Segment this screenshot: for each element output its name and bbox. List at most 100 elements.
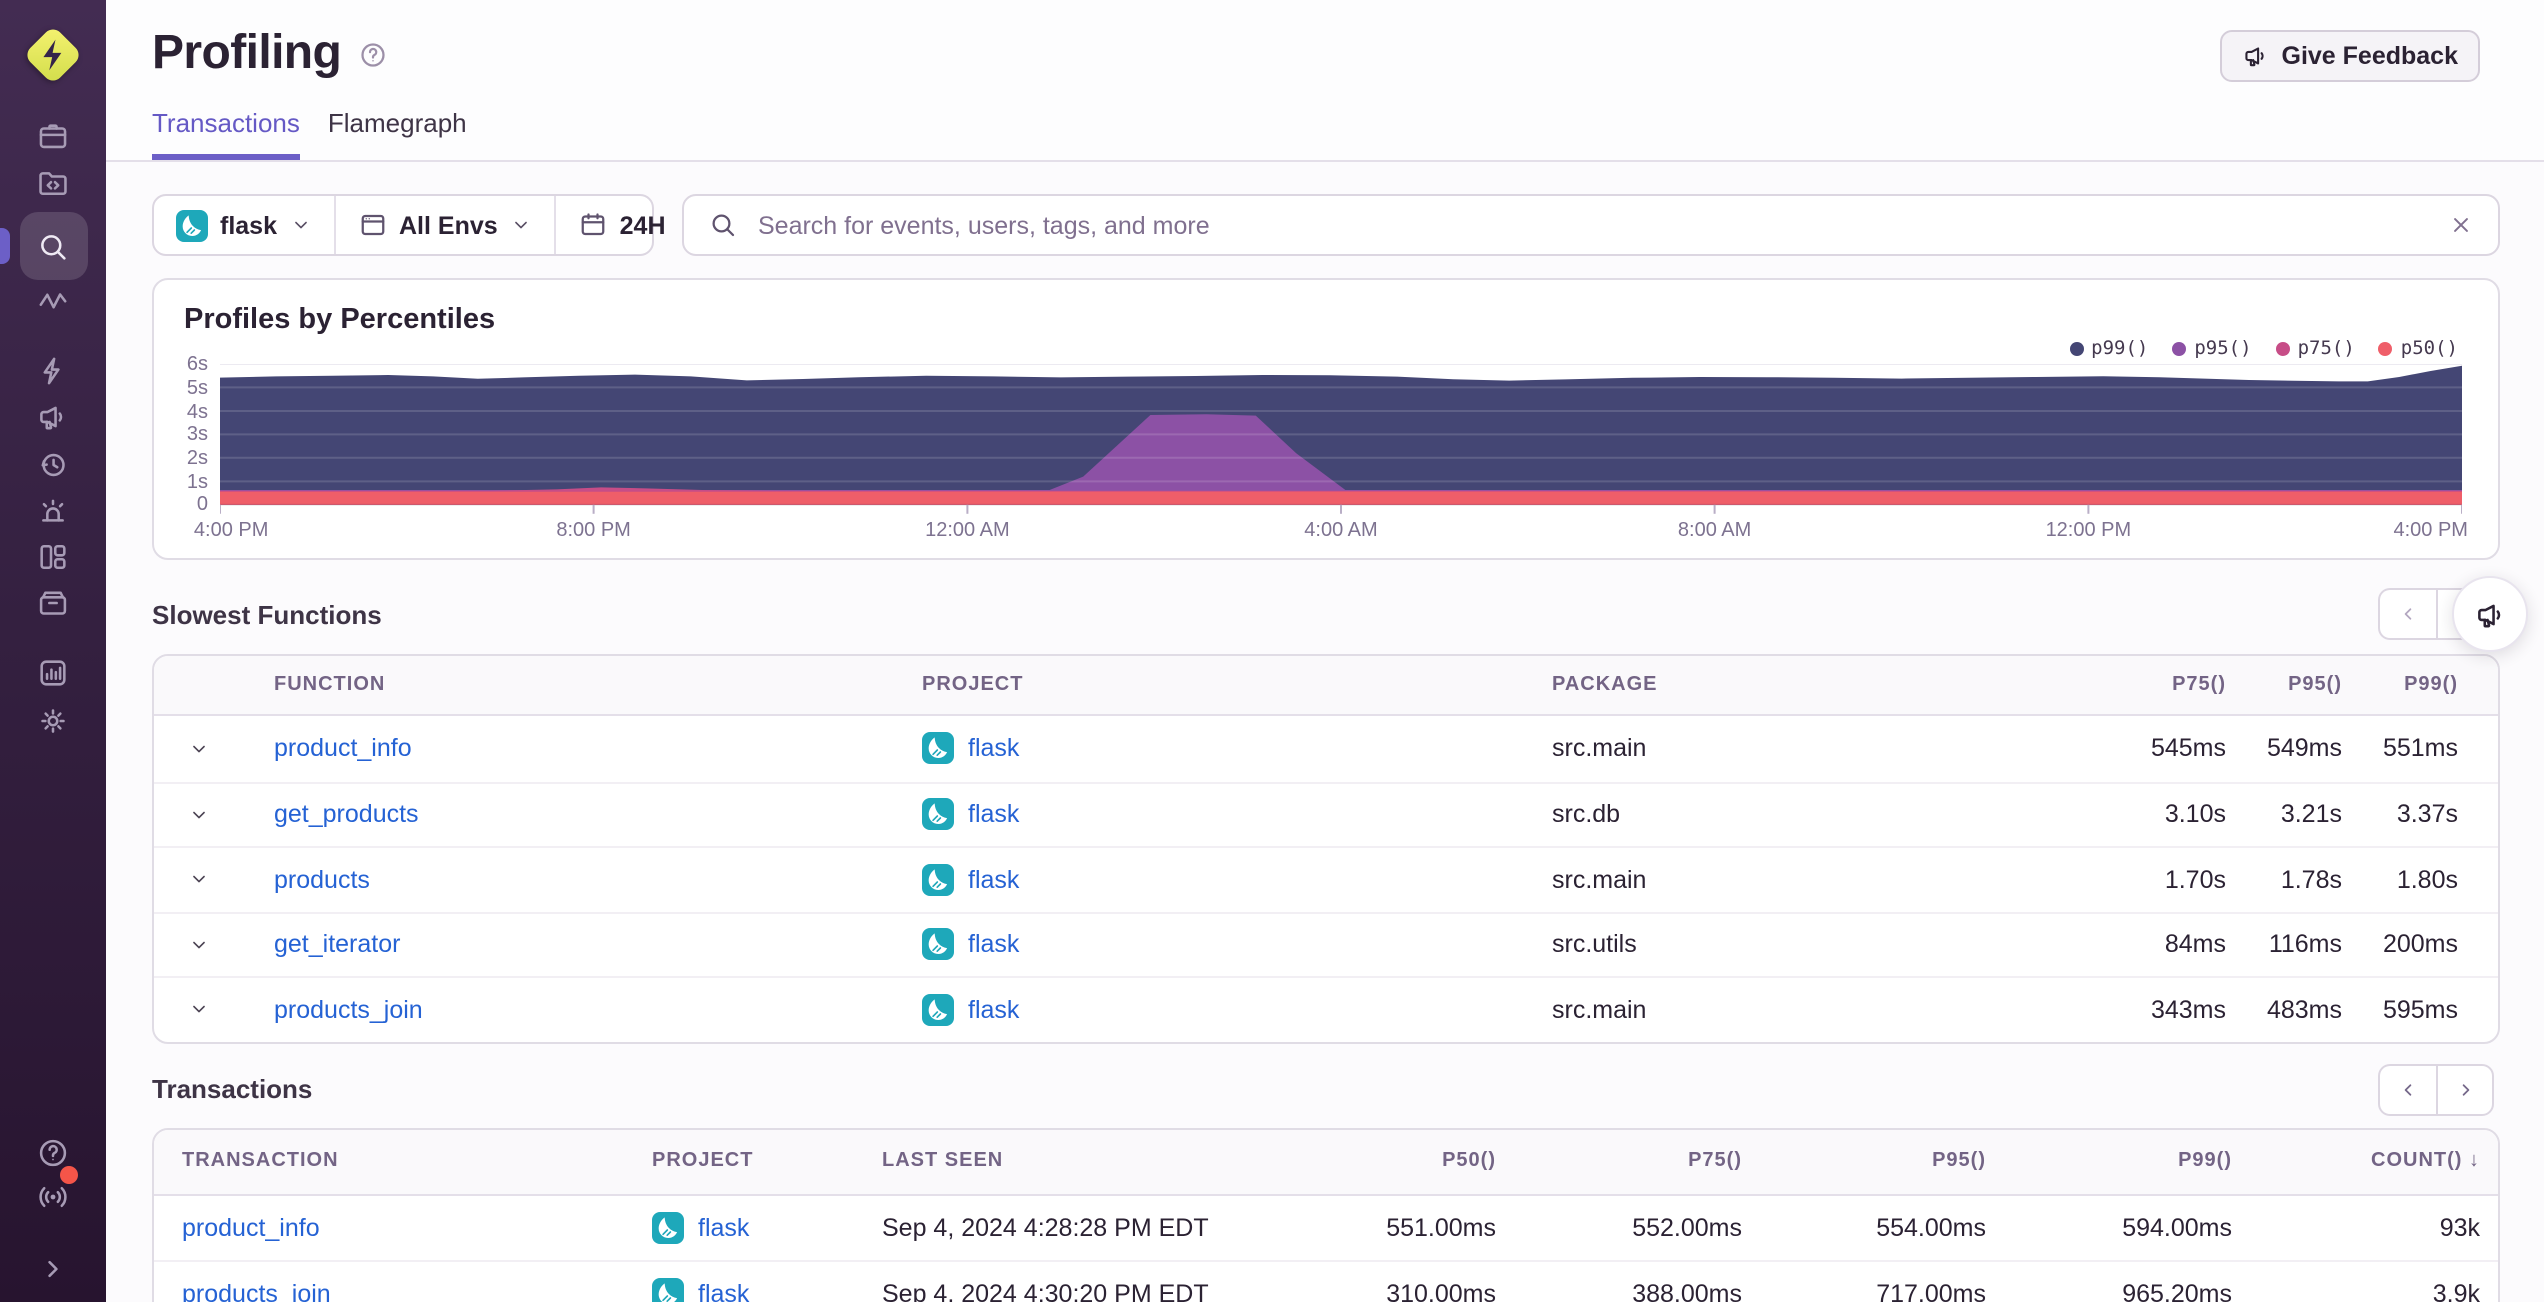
environment-filter[interactable]: All Envs [333, 196, 554, 254]
calendar-icon [578, 210, 608, 240]
column-header[interactable]: PROJECT [652, 1150, 882, 1172]
x-axis-label: 4:00 PM [2393, 520, 2468, 542]
function-link[interactable]: products_join [274, 996, 423, 1024]
slowest-functions-table: FUNCTION PROJECT PACKAGE P75() P95() P99() pr… [152, 654, 2500, 1043]
give-feedback-button[interactable]: Give Feedback [2219, 30, 2480, 82]
next-page-button[interactable] [2436, 1063, 2494, 1115]
sidebar-item-dashboards[interactable] [31, 534, 75, 578]
sidebar-item-performance[interactable] [31, 278, 75, 322]
sidebar-item-collapse[interactable] [31, 1246, 75, 1290]
replays-icon [36, 447, 70, 481]
clear-search-icon[interactable] [2448, 212, 2474, 238]
x-axis-label: 8:00 PM [556, 520, 631, 542]
sidebar-item-settings[interactable] [31, 698, 75, 742]
legend-item[interactable]: p95() [2172, 338, 2252, 360]
prev-page-button[interactable] [2378, 1063, 2436, 1115]
expand-row-button[interactable] [154, 783, 244, 846]
y-axis-label: 3s [186, 424, 208, 447]
expand-row-button[interactable] [154, 913, 244, 976]
sentry-logo-icon[interactable] [23, 25, 83, 85]
sidebar-item-explore[interactable] [19, 212, 87, 280]
sidebar-item-alerts[interactable] [31, 488, 75, 532]
column-header[interactable]: LAST SEEN [882, 1150, 1282, 1172]
transaction-link[interactable]: products_join [182, 1280, 331, 1302]
megaphone-icon [2473, 597, 2507, 631]
x-axis-label: 12:00 AM [925, 520, 1010, 542]
legend-item[interactable]: p99() [2069, 338, 2148, 360]
function-link[interactable]: get_iterator [274, 931, 400, 959]
project-link[interactable]: flask [968, 866, 1019, 894]
active-nav-indicator [0, 228, 10, 264]
x-axis-label: 12:00 PM [2045, 520, 2132, 542]
p50-value: 551.00ms [1386, 1213, 1496, 1242]
sidebar-item-replays[interactable] [31, 442, 75, 486]
column-header: P75() [2172, 674, 2226, 696]
table-row: get_iterator flask src.utils 84ms 116ms 200ms [154, 911, 2498, 976]
percentiles-chart[interactable] [220, 364, 2462, 516]
p75-value: 388.00ms [1632, 1279, 1742, 1302]
column-header[interactable]: P95() [1742, 1150, 1986, 1172]
project-link[interactable]: flask [968, 801, 1019, 829]
transaction-link[interactable]: product_info [182, 1214, 320, 1242]
megaphone-icon [2242, 42, 2270, 70]
project-link[interactable]: flask [968, 996, 1019, 1024]
table-row: product_info flask src.main 545ms 549ms 551ms [154, 716, 2498, 781]
legend-item[interactable]: p75() [2275, 338, 2355, 360]
sidebar-item-projects[interactable] [31, 160, 75, 204]
search-input[interactable] [754, 209, 2432, 241]
expand-row-button[interactable] [154, 848, 244, 911]
project-link[interactable]: flask [698, 1214, 749, 1242]
releases-icon [36, 585, 70, 619]
expand-row-button[interactable] [154, 716, 244, 781]
column-header[interactable]: P50() [1282, 1150, 1496, 1172]
transactions-table: TRANSACTION PROJECT LAST SEEN P50() P75() P95… [152, 1127, 2500, 1302]
flask-project-icon [922, 993, 954, 1026]
sidebar-item-issues[interactable] [31, 114, 75, 158]
page-help-icon[interactable] [357, 39, 387, 69]
last-seen-cell: Sep 4, 2024 4:28:28 PM EDT [882, 1213, 1209, 1242]
chart-title: Profiles by Percentiles [184, 304, 496, 336]
p75-value: 1.70s [2164, 865, 2226, 894]
projects-icon [36, 165, 70, 199]
legend-item[interactable]: p50() [2378, 338, 2458, 360]
project-link[interactable]: flask [968, 931, 1019, 959]
package-cell: src.main [1552, 865, 1647, 894]
content: flask All Envs 24H Search for events, us… [106, 194, 2544, 1302]
sidebar-item-stats[interactable] [31, 650, 75, 694]
x-axis-label: 4:00 AM [1304, 520, 1378, 542]
project-filter[interactable]: flask [154, 196, 333, 254]
sidebar-item-releases[interactable] [31, 580, 75, 624]
issues-icon [36, 119, 70, 153]
p95-value: 554.00ms [1876, 1213, 1986, 1242]
sidebar-item-quickstart[interactable] [31, 348, 75, 392]
sidebar [0, 0, 106, 1302]
whats-new-icon [36, 1179, 70, 1213]
stats-icon [36, 655, 70, 689]
project-link[interactable]: flask [698, 1280, 749, 1302]
package-cell: src.main [1552, 734, 1647, 763]
floating-feedback-button[interactable] [2452, 576, 2528, 652]
sidebar-item-feedback[interactable] [31, 394, 75, 438]
y-axis-label: 6s [186, 354, 208, 376]
tab-flamegraph[interactable]: Flamegraph [328, 108, 467, 160]
column-header[interactable]: COUNT() ↓ [2232, 1150, 2480, 1172]
quickstart-icon [36, 353, 70, 387]
p95-value: 483ms [2266, 995, 2342, 1024]
expand-row-button[interactable] [154, 978, 244, 1041]
column-header[interactable]: P75() [1496, 1150, 1742, 1172]
column-header[interactable]: P99() [1986, 1150, 2232, 1172]
function-link[interactable]: get_products [274, 801, 419, 829]
p95-value: 717.00ms [1876, 1279, 1986, 1302]
function-link[interactable]: products [274, 866, 370, 894]
project-link[interactable]: flask [968, 735, 1019, 763]
x-axis-label: 4:00 PM [193, 520, 269, 542]
performance-icon [36, 283, 70, 317]
prev-page-button[interactable] [2378, 588, 2436, 640]
tab-transactions[interactable]: Transactions [152, 108, 300, 160]
page-header: Profiling Give Feedback Transactions Fla… [106, 0, 2544, 162]
column-header[interactable]: TRANSACTION [182, 1150, 652, 1172]
search-icon [708, 210, 738, 240]
function-link[interactable]: product_info [274, 735, 412, 763]
legend-dot-icon [2172, 342, 2187, 356]
flask-project-icon [652, 1277, 684, 1302]
